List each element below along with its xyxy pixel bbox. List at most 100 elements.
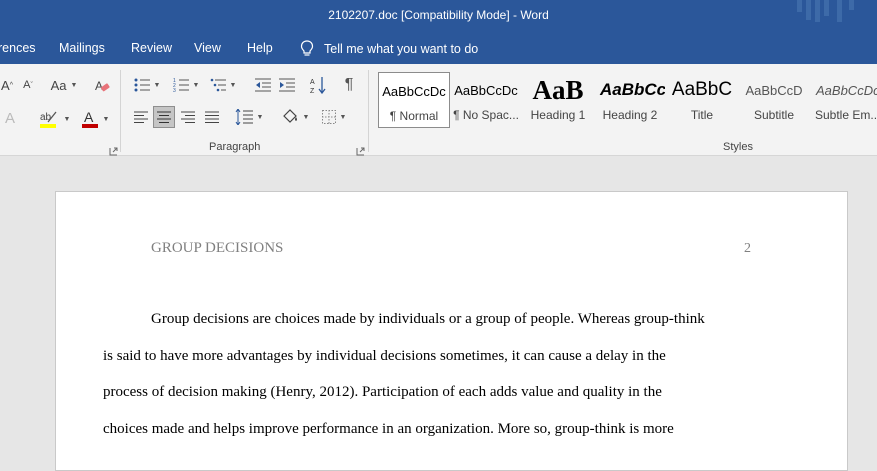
tab-mailings[interactable]: Mailings <box>59 41 105 55</box>
font-color-button[interactable]: A ▼ <box>78 108 112 130</box>
tell-me-search[interactable]: Tell me what you want to do <box>300 40 478 57</box>
tab-help[interactable]: Help <box>247 41 273 55</box>
chevron-down-icon: ▼ <box>302 113 310 121</box>
paragraph-dialog-launcher[interactable] <box>356 143 365 156</box>
multilevel-list-button[interactable]: ▼ <box>206 75 240 95</box>
multilevel-list-icon <box>210 78 226 92</box>
style-subtitle-label: Subtitle <box>753 108 795 122</box>
pilcrow-icon: ¶ <box>344 76 354 93</box>
style-title-sample: AaBbC <box>671 79 733 100</box>
style-normal-label: ¶ Normal <box>389 109 439 123</box>
decrease-indent-icon <box>255 78 271 92</box>
group-separator <box>120 70 121 152</box>
justify-icon <box>205 111 219 123</box>
text-effects-icon: A <box>4 109 15 127</box>
eraser-icon: A <box>95 79 110 93</box>
shading-button[interactable]: ▼ <box>278 106 312 128</box>
change-case-button[interactable]: Aa ▼ <box>46 76 82 94</box>
style-subtitle-sample: AaBbCcD <box>745 82 803 98</box>
justify-button[interactable] <box>202 106 222 128</box>
numbering-icon: 123 <box>173 78 189 92</box>
style-no-spacing[interactable]: AaBbCcDc ¶ No Spac... <box>451 72 521 128</box>
increase-indent-button[interactable] <box>277 75 297 95</box>
svg-text:A: A <box>310 79 315 86</box>
align-center-button[interactable] <box>153 106 175 128</box>
title-bar-decoration <box>797 0 857 22</box>
style-title[interactable]: AaBbC Title <box>667 72 737 128</box>
font-dialog-launcher[interactable] <box>109 143 118 156</box>
style-subtitle[interactable]: AaBbCcD Subtitle <box>739 72 809 128</box>
style-no-spacing-label: ¶ No Spac... <box>453 108 519 122</box>
style-heading-2-sample: AaBbCc <box>600 80 665 99</box>
highlighter-icon: ab <box>39 111 57 128</box>
grow-font-icon: A <box>1 77 10 93</box>
chevron-down-icon: ▼ <box>102 115 110 123</box>
svg-text:ab: ab <box>40 112 52 123</box>
body-text-line[interactable]: is said to have more advantages by indiv… <box>103 348 666 365</box>
align-left-icon <box>134 111 148 123</box>
bullets-icon <box>134 78 150 92</box>
tell-me-label: Tell me what you want to do <box>324 41 479 56</box>
svg-text:Z: Z <box>310 88 315 94</box>
style-subtle-emphasis[interactable]: AaBbCcDc Subtle Em... <box>811 72 877 128</box>
sort-button[interactable]: AZ <box>308 74 328 96</box>
change-case-icon: Aa <box>50 77 67 93</box>
chevron-down-icon: ▼ <box>339 113 347 121</box>
text-effects-button[interactable]: A <box>2 109 18 127</box>
document-canvas: GROUP DECISIONS 2 Group decisions are ch… <box>0 157 877 471</box>
highlight-color-button[interactable]: ab ▼ <box>36 108 72 130</box>
bullets-button[interactable]: ▼ <box>130 75 164 95</box>
style-title-label: Title <box>690 108 714 122</box>
paint-bucket-icon <box>282 109 297 123</box>
body-text-line[interactable]: Group decisions are choices made by indi… <box>103 311 705 328</box>
font-color-icon: A <box>81 109 98 128</box>
window-title: 2102207.doc [Compatibility Mode] - Word <box>328 8 549 22</box>
dialog-launcher-icon <box>356 147 365 156</box>
grow-font-button[interactable]: A ^ <box>0 76 14 94</box>
borders-icon <box>321 110 336 124</box>
body-text-line[interactable]: process of decision making (Henry, 2012)… <box>103 384 662 401</box>
style-heading-1[interactable]: AaB Heading 1 <box>523 72 593 128</box>
chevron-down-icon: ▼ <box>256 113 264 121</box>
dialog-launcher-icon <box>109 147 118 156</box>
tab-references[interactable]: rences <box>0 41 36 55</box>
style-subtle-emphasis-sample: AaBbCcDc <box>816 82 877 98</box>
style-heading-1-sample: AaB <box>532 74 584 105</box>
paragraph-group-label: Paragraph <box>209 141 261 153</box>
style-heading-2-label: Heading 2 <box>602 108 658 122</box>
sort-icon: AZ <box>310 77 326 94</box>
tab-view[interactable]: View <box>194 41 221 55</box>
ribbon-tabs: rences Mailings Review View Help Tell me… <box>0 33 877 64</box>
title-bar: 2102207.doc [Compatibility Mode] - Word <box>0 0 877 33</box>
style-subtle-emphasis-label: Subtle Em... <box>815 108 877 122</box>
chevron-down-icon: ▼ <box>63 115 71 123</box>
style-normal-sample: AaBbCcDc <box>382 83 446 99</box>
style-no-spacing-sample: AaBbCcDc <box>454 82 518 98</box>
show-formatting-button[interactable]: ¶ <box>339 74 359 96</box>
align-left-button[interactable] <box>131 106 151 128</box>
align-right-button[interactable] <box>178 106 198 128</box>
document-page[interactable]: GROUP DECISIONS 2 Group decisions are ch… <box>55 191 848 471</box>
style-heading-1-label: Heading 1 <box>530 108 586 122</box>
shrink-font-button[interactable]: Aˇ <box>20 76 36 94</box>
style-normal[interactable]: AaBbCcDc ¶ Normal <box>378 72 450 128</box>
clear-formatting-button[interactable]: A <box>94 77 110 95</box>
style-heading-2[interactable]: AaBbCc Heading 2 <box>595 72 665 128</box>
line-spacing-icon <box>235 109 253 125</box>
tab-review[interactable]: Review <box>131 41 172 55</box>
svg-text:3: 3 <box>173 88 176 92</box>
lightbulb-icon <box>300 40 314 56</box>
line-spacing-button[interactable]: ▼ <box>232 106 266 128</box>
group-separator <box>368 70 369 152</box>
numbering-button[interactable]: 123 ▼ <box>169 75 203 95</box>
page-number: 2 <box>744 241 751 256</box>
running-header[interactable]: GROUP DECISIONS <box>151 240 283 257</box>
increase-indent-icon <box>279 78 295 92</box>
decrease-indent-button[interactable] <box>253 75 273 95</box>
borders-button[interactable]: ▼ <box>317 106 351 128</box>
ribbon: A ^ Aˇ Aa ▼ A A ab ▼ A ▼ ▼ 1 2 3 ▼ ▼ A Z… <box>0 64 877 156</box>
body-text-line[interactable]: choices made and helps improve performan… <box>103 421 674 438</box>
chevron-down-icon: ▼ <box>70 81 78 89</box>
chevron-down-icon: ▼ <box>153 81 161 89</box>
chevron-down-icon: ▼ <box>192 81 200 89</box>
